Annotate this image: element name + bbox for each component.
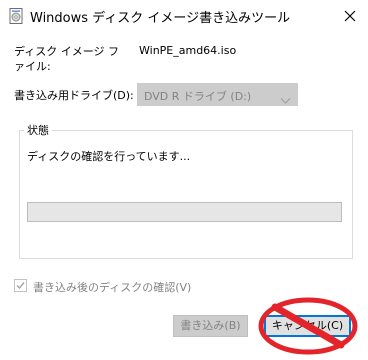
close-button[interactable] (335, 1, 365, 31)
status-group-label: 状態 (24, 122, 52, 138)
title-bar: Windows ディスク イメージ書き込みツール (0, 0, 368, 32)
image-file-value: WinPE_amd64.iso (139, 44, 237, 57)
drive-select[interactable]: DVD R ドライブ (D:) (137, 83, 298, 106)
progress-bar (27, 202, 342, 222)
window-title: Windows ディスク イメージ書き込みツール (30, 11, 291, 26)
close-icon (344, 7, 356, 26)
drive-label: 書き込み用ドライブ(D): (14, 89, 134, 102)
disc-image-burner-dialog: Windows ディスク イメージ書き込みツール ディスク イメージ ファイル:… (0, 0, 368, 360)
cancel-button[interactable]: キャンセル(C) (264, 315, 351, 337)
chevron-down-icon (280, 90, 291, 104)
image-file-label: ディスク イメージ ファイル: (14, 45, 120, 73)
verify-checkbox-label: 書き込み後のディスクの確認(V) (33, 281, 192, 294)
write-button[interactable]: 書き込み(B) (173, 315, 248, 337)
drive-select-value: DVD R ドライブ (D:) (144, 90, 252, 103)
disc-writer-icon (9, 8, 23, 24)
verify-checkbox[interactable] (14, 279, 27, 292)
status-message: ディスクの確認を行っています... (27, 150, 191, 163)
